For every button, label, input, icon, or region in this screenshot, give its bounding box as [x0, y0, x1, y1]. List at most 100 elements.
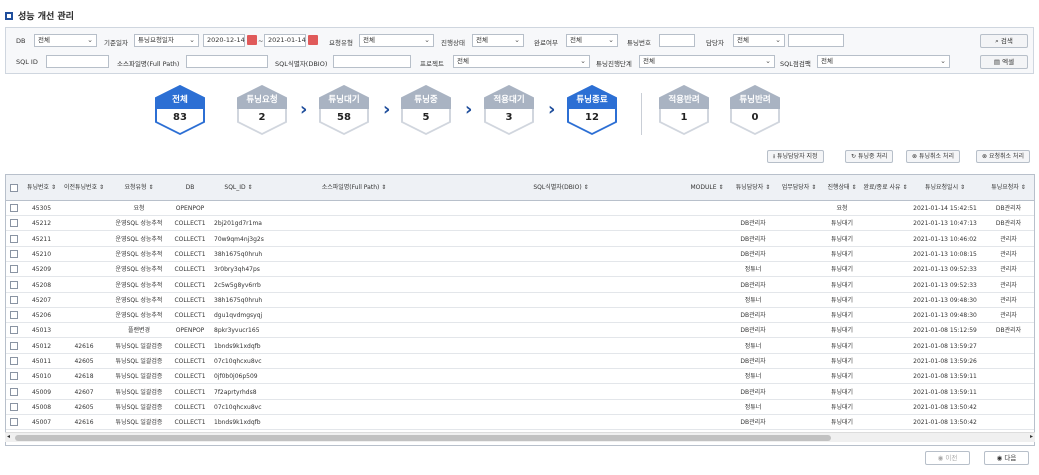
basis-select[interactable]: 튜닝요청일자 ⌄ — [134, 34, 199, 47]
tuning-process-button[interactable]: ↻ 튜닝중 처리 — [845, 150, 894, 163]
progress-select[interactable]: 전체 ⌄ — [472, 34, 524, 47]
date-separator: ~ — [258, 37, 264, 45]
table-row[interactable]: 45010 42618 튜닝SQL 일괄검증 COLLECT1 0jf0b0j06p50… — [6, 369, 1034, 385]
table-cell: 2021-01-13 09:52:33 — [913, 281, 977, 289]
row-checkbox[interactable] — [10, 311, 18, 320]
owner-text-input[interactable] — [788, 34, 844, 47]
column-header[interactable]: MODULE ⇕ — [684, 175, 730, 201]
scroll-left-icon[interactable]: ◂ — [7, 433, 10, 440]
column-header[interactable]: DB — [171, 175, 209, 201]
row-checkbox[interactable] — [10, 387, 18, 396]
row-checkbox[interactable] — [10, 234, 18, 243]
table-row[interactable]: 45305 요청 OPENPOP 요청 2021-01-14 15:42:51 DB관리자 — [6, 201, 1034, 216]
table-row[interactable]: 45008 42605 튜닝SQL 일괄검증 COLLECT1 07c10qhcxu8v… — [6, 400, 1034, 415]
request-cancel-button[interactable]: ⊗ 요청취소 처리 — [976, 150, 1030, 163]
pipeline-step-apply-reject[interactable]: 적용반려 1 — [659, 85, 709, 135]
stage-select-value: 전체 — [643, 57, 655, 65]
basis-select-value: 튜닝요청일자 — [138, 36, 174, 44]
excel-button[interactable]: ▤ 엑셀 — [980, 55, 1028, 69]
table-row[interactable]: 45210 운영SQL 성능추적 COLLECT1 38h1675q0hruh DB관리… — [6, 247, 1034, 262]
project-select[interactable]: 전체 ⌄ — [453, 55, 590, 68]
table-row[interactable]: 45011 42605 튜닝SQL 일괄검증 COLLECT1 07c10qhcxu8v… — [6, 354, 1034, 369]
column-header[interactable]: 튜닝번호 ⇕ — [24, 175, 59, 201]
db-select[interactable]: 전체 ⌄ — [34, 34, 97, 47]
row-checkbox[interactable] — [10, 372, 18, 381]
column-header[interactable]: 업무담당자 ⇕ — [776, 175, 822, 201]
search-button[interactable]: ⌕ 검색 — [980, 34, 1028, 48]
table-cell: 튜닝대기 — [830, 312, 854, 320]
row-checkbox[interactable] — [10, 204, 18, 212]
column-header[interactable]: 튜닝요청일시 ⇕ — [911, 175, 979, 201]
assign-tuner-button[interactable]: ⭳ 튜닝담당자 지정 — [767, 150, 824, 163]
row-checkbox[interactable] — [10, 357, 18, 365]
table-row[interactable]: 45211 운영SQL 성능추적 COLLECT1 70w9qm4nj3g2s DB관리… — [6, 232, 1034, 247]
tuning-cancel-button[interactable]: ⊗ 튜닝취소 처리 — [906, 150, 960, 163]
row-checkbox[interactable] — [10, 249, 18, 258]
table-cell: 정튜너 — [744, 342, 762, 350]
table-row[interactable]: 45206 운영SQL 성능추적 COLLECT1 dgu1qvdmgsyqj DB관리… — [6, 308, 1034, 324]
pipeline-step-apply-wait[interactable]: 적용대기 3 — [484, 85, 534, 135]
table-row[interactable]: 45212 운영SQL 성능추적 COLLECT1 2bj201gd7r1ma DB관리… — [6, 216, 1034, 232]
table-row[interactable]: 45007 42616 튜닝SQL 일괄검증 COLLECT1 1bnds9k1xdqf… — [6, 415, 1034, 431]
horizontal-scrollbar[interactable]: ◂ ▸ — [5, 432, 1035, 442]
table-cell: DB관리자 — [995, 220, 1022, 228]
table-row[interactable]: 45209 운영SQL 성능추적 COLLECT1 3r0bry3qh47ps 정튜너 튜… — [6, 262, 1034, 278]
column-header[interactable]: 진행상태 ⇕ — [824, 175, 860, 201]
calendar-icon[interactable] — [247, 35, 257, 45]
pipeline-divider — [641, 93, 642, 135]
table-row[interactable]: 45207 운영SQL 성능추적 COLLECT1 38h1675q0hruh 정튜너 튜… — [6, 293, 1034, 308]
column-header[interactable]: 요청유형 ⇕ — [109, 175, 169, 201]
table-row[interactable]: 45012 42616 튜닝SQL 일괄검증 COLLECT1 1bnds9k1xdqf… — [6, 339, 1034, 354]
column-header[interactable]: 튜닝요청자 ⇕ — [981, 175, 1034, 201]
pipeline-step-wait[interactable]: 튜닝대기 58 — [319, 85, 369, 135]
owner-select[interactable]: 전체 ⌄ — [733, 34, 785, 47]
row-checkbox[interactable] — [10, 402, 18, 411]
row-checkbox[interactable] — [10, 295, 18, 304]
column-header[interactable]: 이전튜닝번호 ⇕ — [61, 175, 107, 201]
table-row[interactable]: 45013 플랜변경 OPENPOP 8pkr3yvucr165 DB관리자 튜닝대기 20… — [6, 323, 1034, 339]
table-cell — [442, 323, 680, 338]
excel-button-label: 엑셀 — [1002, 58, 1015, 66]
column-header[interactable]: SQL_ID ⇕ — [211, 175, 266, 201]
table-cell — [684, 278, 730, 293]
select-all-checkbox[interactable] — [10, 184, 18, 192]
column-header[interactable]: 튜닝담당자 ⇕ — [732, 175, 774, 201]
table-row[interactable]: 45009 42607 튜닝SQL 일괄검증 COLLECT1 7f2aprtyrhds… — [6, 385, 1034, 400]
date-from-input[interactable]: 2020-12-14 — [203, 34, 245, 47]
tuning-no-input[interactable] — [659, 34, 695, 47]
calendar-icon[interactable] — [308, 35, 318, 45]
pipeline-step-tuning-reject[interactable]: 튜닝반려 0 — [730, 85, 780, 135]
pipeline-step-progress[interactable]: 튜닝중 5 — [401, 85, 451, 135]
sqlident-input[interactable] — [333, 55, 411, 68]
row-checkbox[interactable] — [10, 418, 18, 427]
sqlcheck-select[interactable]: 전체 ⌄ — [817, 55, 950, 68]
chevron-down-icon: ⌄ — [775, 36, 781, 44]
scroll-right-icon[interactable]: ▸ — [1030, 433, 1033, 440]
pipeline-step-count: 58 — [337, 112, 351, 123]
table-row[interactable]: 45208 운영SQL 성능추적 COLLECT1 2c5w5g8yv6rrb DB관리… — [6, 278, 1034, 293]
table-cell — [981, 415, 1034, 430]
row-checkbox[interactable] — [10, 265, 18, 274]
column-header[interactable]: 완료/종료 사유 ⇕ — [862, 175, 909, 201]
column-header[interactable]: 소스파일명(Full Path) ⇕ — [268, 175, 440, 201]
scrollbar-thumb[interactable] — [15, 435, 831, 441]
source-input[interactable] — [186, 55, 268, 68]
pipeline-step-request[interactable]: 튜닝요청 2 — [237, 85, 287, 135]
pipeline-step-all[interactable]: 전체 83 — [155, 85, 205, 135]
next-page-button[interactable]: ◉ 다음 — [984, 451, 1029, 465]
req-type-select[interactable]: 전체 ⌄ — [359, 34, 434, 47]
row-checkbox[interactable] — [10, 280, 18, 289]
row-checkbox[interactable] — [10, 326, 18, 335]
pipeline-step-done[interactable]: 튜닝종료 12 — [567, 85, 617, 135]
sqlid-input[interactable] — [46, 55, 109, 68]
row-checkbox[interactable] — [10, 341, 18, 350]
table-cell — [684, 293, 730, 308]
row-checkbox[interactable] — [10, 219, 18, 228]
column-header[interactable]: SQL식별자(DBIO) ⇕ — [442, 175, 680, 201]
prev-page-button[interactable]: ◉ 이전 — [925, 451, 970, 465]
stage-select[interactable]: 전체 ⌄ — [639, 55, 775, 68]
table-cell — [268, 278, 440, 293]
pipeline-step-count: 0 — [751, 112, 759, 123]
complete-select[interactable]: 전체 ⌄ — [566, 34, 618, 47]
date-to-input[interactable]: 2021-01-14 — [264, 34, 306, 47]
